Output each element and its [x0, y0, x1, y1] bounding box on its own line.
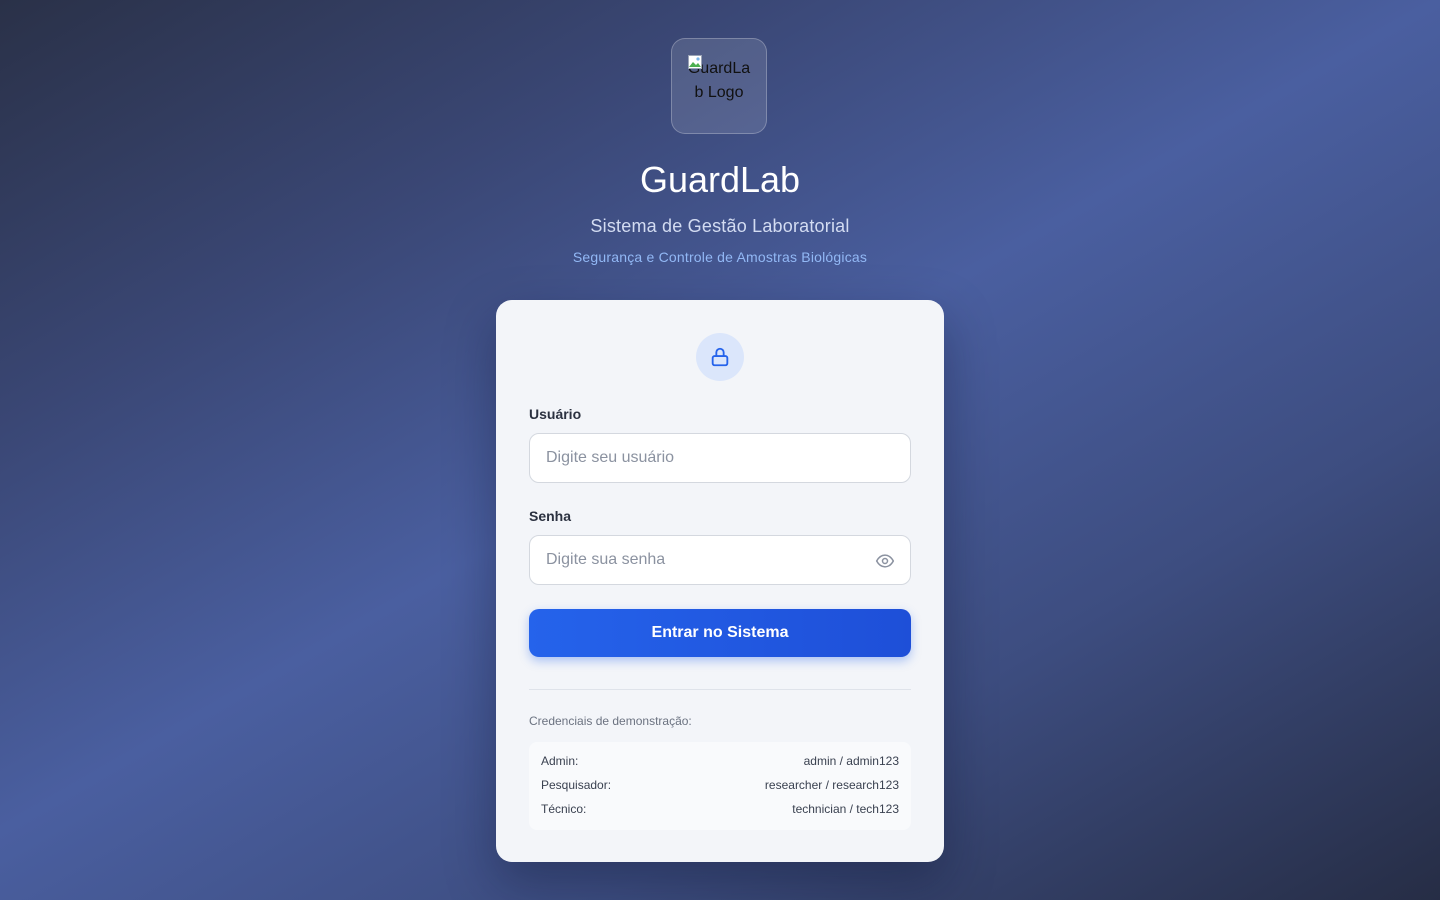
lock-icon-badge — [696, 333, 744, 381]
app-title: GuardLab — [639, 159, 801, 200]
demo-credential-row: Admin: admin / admin123 — [541, 752, 899, 776]
app-tagline: Segurança e Controle de Amostras Biológi… — [572, 249, 868, 265]
lock-icon — [711, 347, 729, 367]
demo-credentials-value: researcher / research123 — [764, 778, 899, 792]
password-label: Senha — [529, 508, 572, 524]
app-subtitle: Sistema de Gestão Laboratorial — [590, 216, 850, 236]
demo-role: Pesquisador: — [541, 778, 612, 792]
login-card: Usuário Senha Entrar no Sistema Credenci… — [496, 300, 944, 862]
username-input[interactable] — [530, 434, 910, 482]
password-input[interactable] — [530, 536, 910, 584]
logo: GuardLab Logo — [671, 38, 767, 134]
demo-role: Técnico: — [541, 802, 587, 816]
demo-credentials-box: Admin: admin / admin123 Pesquisador: res… — [529, 742, 911, 830]
password-field-wrapper — [529, 535, 911, 585]
demo-credentials-title: Credenciais de demonstração: — [529, 714, 692, 728]
username-field-wrapper — [529, 433, 911, 483]
demo-credential-row: Técnico: technician / tech123 — [541, 800, 899, 824]
demo-credentials-value: technician / tech123 — [792, 802, 899, 816]
broken-image-icon — [688, 55, 702, 69]
login-submit-button[interactable]: Entrar no Sistema — [529, 609, 911, 657]
demo-credentials-value: admin / admin123 — [803, 754, 899, 768]
username-label: Usuário — [529, 406, 582, 422]
demo-credential-row: Pesquisador: researcher / research123 — [541, 776, 899, 800]
eye-icon — [875, 554, 895, 568]
demo-role: Admin: — [541, 754, 579, 768]
show-password-toggle[interactable] — [874, 550, 896, 572]
divider — [529, 689, 911, 690]
